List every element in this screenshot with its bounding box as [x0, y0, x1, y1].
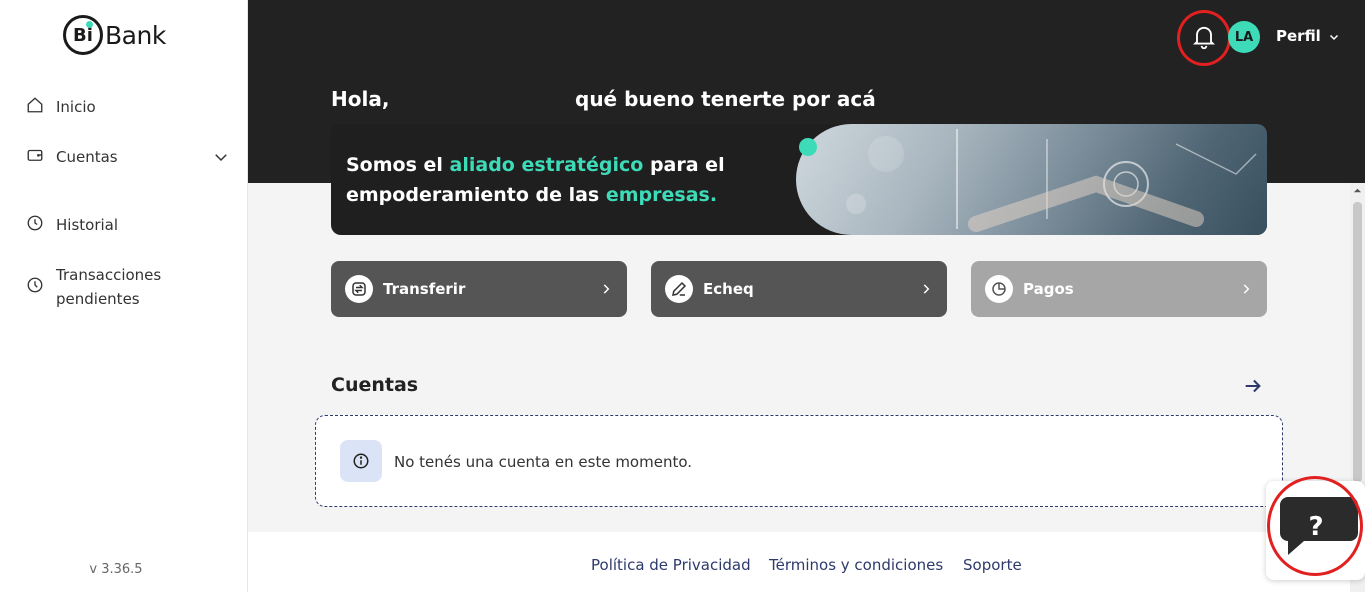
banner-text-part: para el: [643, 154, 725, 176]
echeq-label: Echeq: [703, 280, 754, 298]
scroll-up-arrow-icon[interactable]: [1353, 186, 1362, 195]
support-link[interactable]: Soporte: [963, 556, 1022, 574]
banner-line-1: Somos el aliado estratégico para el: [346, 150, 725, 180]
pie-chart-icon: [985, 275, 1013, 303]
pagos-button[interactable]: Pagos: [971, 261, 1267, 317]
sidebar-item-label: Historial: [56, 216, 119, 234]
history-icon: [27, 215, 43, 231]
bibank-logo[interactable]: Bi Bank: [63, 15, 166, 55]
label-line-2: pendientes: [56, 290, 140, 308]
transfer-button[interactable]: Transferir: [331, 261, 627, 317]
sidebar-item-label: Cuentas: [56, 148, 118, 166]
banner-accent-text: empresas.: [605, 184, 718, 206]
app-version: v 3.36.5: [89, 562, 143, 577]
greeting-hello: Hola,: [331, 87, 390, 111]
scrollbar-thumb[interactable]: [1353, 202, 1362, 482]
chevron-right-icon: [923, 284, 930, 294]
logo-dot: [86, 21, 93, 28]
sidebar: Bi Bank Inicio Cuentas Historial Transac…: [0, 0, 248, 592]
promo-banner: Somos el aliado estratégico para el empo…: [331, 124, 1267, 235]
transfer-icon: [345, 275, 373, 303]
banner-text-part: empoderamiento de las: [346, 184, 606, 206]
echeq-button[interactable]: Echeq: [651, 261, 947, 317]
wallet-icon: [27, 149, 43, 161]
clock-icon: [27, 277, 43, 293]
label-line-1: Transacciones: [56, 266, 162, 284]
pagos-label: Pagos: [1023, 280, 1074, 298]
sidebar-item-label: Inicio: [56, 98, 96, 116]
sidebar-item-transacciones-pendientes[interactable]: Transacciones pendientes: [26, 263, 161, 311]
chevron-down-icon[interactable]: [1328, 31, 1340, 43]
chat-help-icon: ?: [1280, 497, 1358, 555]
accounts-empty-state: No tenés una cuenta en este momento.: [315, 415, 1283, 507]
avatar[interactable]: LA: [1228, 21, 1260, 53]
bell-icon[interactable]: [1190, 22, 1218, 50]
greeting-message: qué bueno tenerte por acá: [575, 87, 876, 111]
chevron-right-icon: [603, 284, 610, 294]
banner-text: Somos el aliado estratégico para el empo…: [346, 150, 725, 210]
transfer-label: Transferir: [383, 280, 466, 298]
banner-accent-text: aliado estratégico: [449, 154, 644, 176]
help-chat-widget[interactable]: ?: [1266, 481, 1365, 580]
logo-text: Bank: [105, 20, 166, 50]
banner-line-2: empoderamiento de las empresas.: [346, 180, 725, 210]
help-symbol: ?: [1308, 512, 1323, 542]
sidebar-item-historial[interactable]: Historial: [26, 213, 118, 237]
chevron-right-icon: [1243, 284, 1250, 294]
arrow-right-icon[interactable]: [1242, 375, 1264, 397]
profile-menu-label[interactable]: Perfil: [1276, 27, 1321, 45]
logo-mark: Bi: [63, 15, 103, 55]
banner-text-part: Somos el: [346, 154, 450, 176]
home-icon: [27, 97, 43, 113]
banner-photo: [796, 124, 1267, 235]
accounts-empty-message: No tenés una cuenta en este momento.: [394, 453, 693, 471]
sidebar-item-cuentas[interactable]: Cuentas: [26, 145, 118, 169]
accounts-section-title: Cuentas: [331, 374, 419, 396]
privacy-policy-link[interactable]: Política de Privacidad: [591, 556, 751, 574]
sidebar-item-label: Transacciones pendientes: [56, 263, 161, 311]
terms-link[interactable]: Términos y condiciones: [769, 556, 943, 574]
banner-photo-illustration: [846, 129, 1257, 232]
sidebar-item-inicio[interactable]: Inicio: [26, 95, 96, 119]
pen-icon: [665, 275, 693, 303]
chevron-down-icon[interactable]: [212, 148, 230, 166]
info-icon: [340, 440, 382, 482]
banner-accent-dot: [799, 138, 817, 156]
